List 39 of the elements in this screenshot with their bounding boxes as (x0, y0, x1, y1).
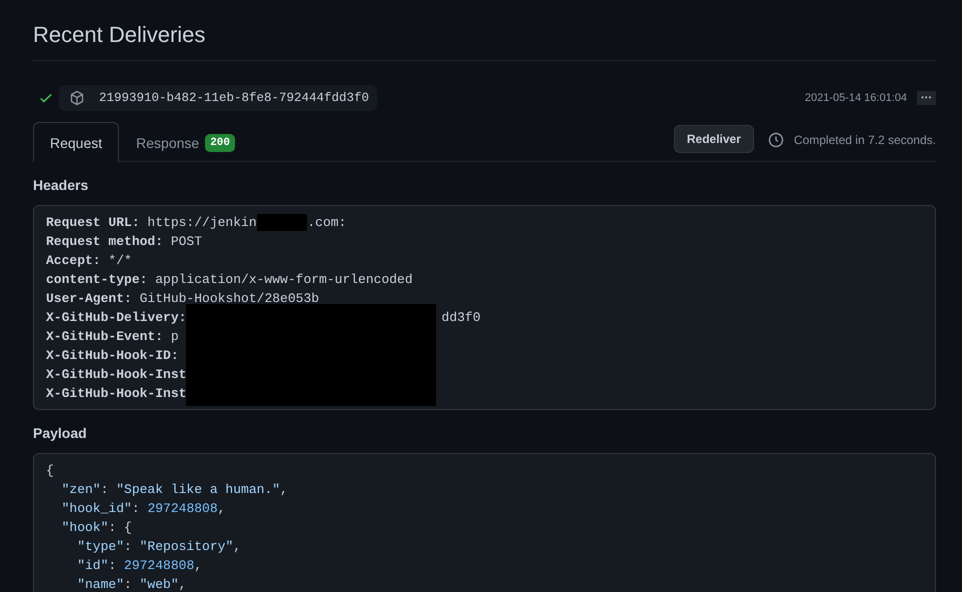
header-value: p (170, 328, 179, 346)
status-badge: 200 (205, 134, 236, 152)
header-name: X-GitHub-Hook-Inst (46, 366, 186, 384)
header-value: GitHub-Hookshot/28e053b (140, 290, 320, 308)
redeliver-button[interactable]: Redeliver (674, 124, 754, 152)
code-line: "type": "Repository", (76, 538, 242, 556)
section-heading: Headers (33, 177, 90, 193)
completion-time: Completed in 7.2 seconds. (794, 132, 936, 146)
header-value: .com: (307, 214, 346, 232)
header-name: Accept: (46, 252, 101, 270)
more-button[interactable]: ··· (917, 91, 936, 105)
header-name: X-GitHub-Delivery: (46, 309, 186, 327)
tab[interactable]: Request (33, 122, 120, 162)
header-name: Request method: (46, 233, 164, 251)
delivery-id: 21993910-b482-11eb-8fe8-792444fdd3f0 (99, 91, 370, 105)
header-value: dd3f0 (442, 309, 481, 327)
code-line: "zen": "Speak like a human.", (60, 481, 289, 499)
header-name: X-GitHub-Event: (46, 328, 164, 346)
code-line: "hook": { (60, 519, 133, 537)
code-line: "hook_id": 297248808, (60, 500, 226, 518)
tab[interactable]: Response 200 (119, 123, 252, 161)
code-line: { (46, 462, 55, 480)
header-value: POST (170, 233, 202, 251)
code-line: "name": "web", (76, 576, 188, 592)
header-name: Request URL: (46, 214, 140, 232)
header-name: User-Agent: (46, 290, 132, 308)
section-heading: Payload (33, 425, 88, 441)
header-name: X-GitHub-Hook-ID: (46, 347, 179, 365)
clock-icon (768, 132, 784, 148)
code-line: "id": 297248808, (76, 557, 204, 575)
delivery-timestamp: 2021-05-14 16:01:04 (804, 92, 907, 104)
header-name: X-GitHub-Hook-Inst (46, 385, 186, 403)
delivery-id-pill[interactable]: 21993910-b482-11eb-8fe8-792444fdd3f0 (59, 85, 378, 111)
header-value: application/x-www-form-urlencoded (155, 271, 413, 289)
header-name: content-type: (46, 271, 148, 289)
package-icon (69, 90, 85, 106)
page-title: Recent Deliveries (33, 0, 936, 61)
header-value: https://jenkin (147, 214, 257, 232)
header-value: */* (108, 252, 132, 270)
